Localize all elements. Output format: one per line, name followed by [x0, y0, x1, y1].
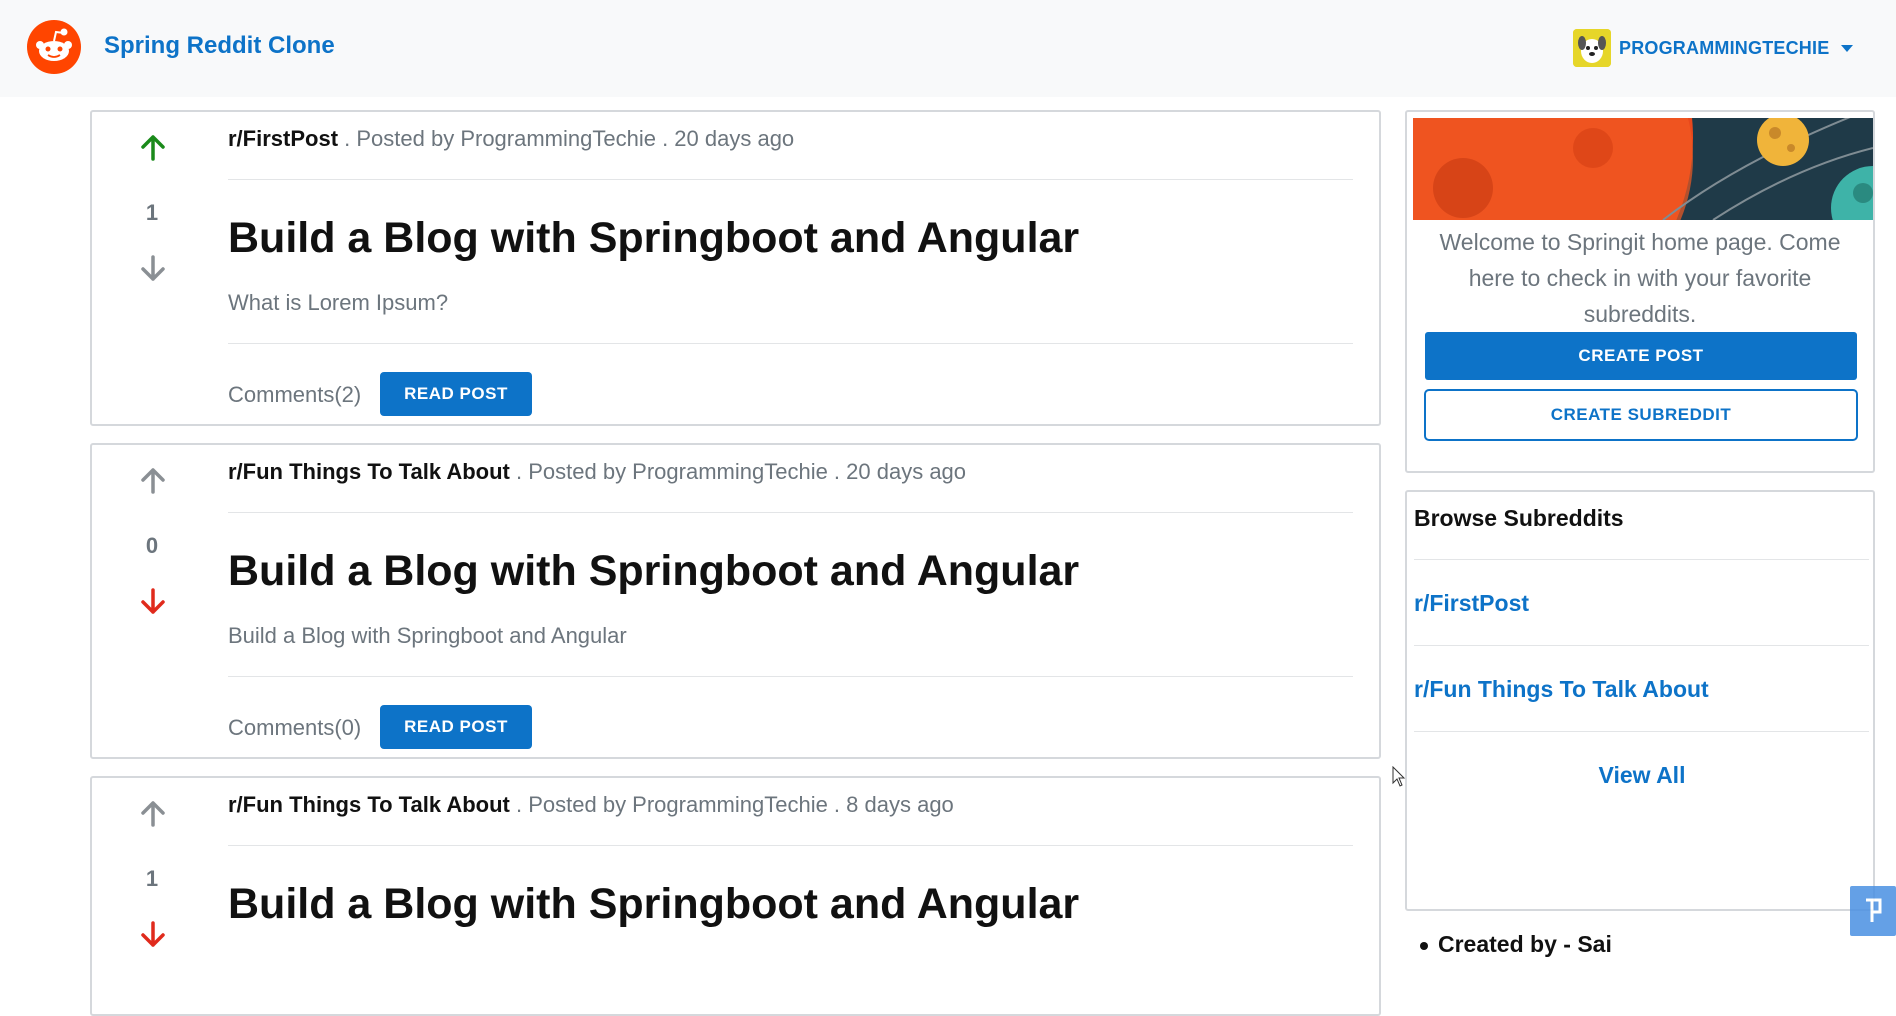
downvote-arrow-icon[interactable]: [140, 587, 166, 615]
divider: [228, 179, 1353, 180]
post-card: 1 r/FirstPost . Posted by ProgrammingTec…: [90, 110, 1381, 426]
post-card: 0 r/Fun Things To Talk About . Posted by…: [90, 443, 1381, 759]
post-meta-text: . Posted by ProgrammingTechie . 20 days …: [509, 459, 967, 484]
navbar: Spring Reddit Clone PROGRAMMINGTECHIE: [0, 0, 1896, 97]
user-menu[interactable]: PROGRAMMINGTECHIE: [1573, 28, 1854, 68]
browse-title: Browse Subreddits: [1414, 505, 1624, 531]
planets-illustration: [1413, 118, 1873, 220]
post-card: 1 r/Fun Things To Talk About . Posted by…: [90, 776, 1381, 1016]
upvote-arrow-icon[interactable]: [140, 134, 166, 162]
divider: [228, 512, 1353, 513]
welcome-text: Welcome to Springit home page. Come here…: [1439, 229, 1841, 327]
post-subreddit-link[interactable]: r/Fun Things To Talk About: [228, 792, 510, 817]
vote-count: 0: [145, 533, 159, 558]
floating-widget-icon[interactable]: [1850, 886, 1896, 936]
avatar-dog-icon: [1573, 29, 1611, 67]
post-title[interactable]: Build a Blog with Springboot and Angular: [228, 880, 1079, 929]
divider: [1414, 559, 1869, 560]
post-meta-text: . Posted by ProgrammingTechie . 8 days a…: [509, 792, 954, 817]
post-meta: r/FirstPost . Posted by ProgrammingTechi…: [228, 126, 794, 152]
comments-link[interactable]: Comments(0): [228, 715, 361, 741]
read-post-button[interactable]: READ POST: [380, 372, 532, 416]
browse-subreddits-card: Browse Subreddits r/FirstPost r/Fun Thin…: [1405, 490, 1875, 911]
post-subreddit-link[interactable]: r/Fun Things To Talk About: [228, 459, 510, 484]
username: PROGRAMMINGTECHIE: [1619, 37, 1830, 58]
post-meta: r/Fun Things To Talk About . Posted by P…: [228, 459, 966, 485]
downvote-arrow-icon[interactable]: [140, 920, 166, 948]
caret-down-icon: [1841, 44, 1854, 52]
vote-column: 0: [92, 445, 212, 757]
read-post-button[interactable]: READ POST: [380, 705, 532, 749]
upvote-arrow-icon[interactable]: [140, 800, 166, 828]
divider: [1414, 645, 1869, 646]
view-all-link[interactable]: View All: [1407, 762, 1877, 789]
vote-count: 1: [145, 200, 159, 225]
widget-logo-icon: [1866, 898, 1882, 922]
vote-count: 1: [145, 866, 159, 891]
divider: [228, 676, 1353, 677]
reddit-logo-icon[interactable]: [27, 20, 81, 74]
brand-title[interactable]: Spring Reddit Clone: [104, 32, 335, 60]
upvote-arrow-icon[interactable]: [140, 467, 166, 495]
divider: [1414, 731, 1869, 732]
divider: [228, 343, 1353, 344]
footer-credit: Created by - Sai: [1420, 931, 1612, 957]
post-meta: r/Fun Things To Talk About . Posted by P…: [228, 792, 954, 818]
post-title[interactable]: Build a Blog with Springboot and Angular: [228, 214, 1079, 263]
welcome-card: Welcome to Springit home page. Come here…: [1405, 110, 1875, 473]
avatar: [1573, 29, 1611, 67]
comments-link[interactable]: Comments(2): [228, 382, 361, 408]
mouse-cursor-icon: [1392, 766, 1406, 787]
divider: [228, 845, 1353, 846]
post-meta-text: . Posted by ProgrammingTechie . 20 days …: [338, 126, 795, 151]
subreddit-link-fun-things[interactable]: r/Fun Things To Talk About: [1414, 676, 1709, 703]
post-description: Build a Blog with Springboot and Angular: [228, 623, 627, 648]
vote-column: 1: [92, 778, 212, 1014]
space-banner-image: [1413, 118, 1873, 220]
post-subreddit-link[interactable]: r/FirstPost: [228, 126, 338, 151]
post-description: What is Lorem Ipsum?: [228, 290, 449, 315]
create-subreddit-button[interactable]: CREATE SUBREDDIT: [1424, 389, 1858, 441]
vote-column: 1: [92, 112, 212, 424]
subreddit-link-firstpost[interactable]: r/FirstPost: [1414, 590, 1529, 617]
post-title[interactable]: Build a Blog with Springboot and Angular: [228, 547, 1079, 596]
downvote-arrow-icon[interactable]: [140, 254, 166, 282]
create-post-button[interactable]: CREATE POST: [1425, 332, 1857, 380]
